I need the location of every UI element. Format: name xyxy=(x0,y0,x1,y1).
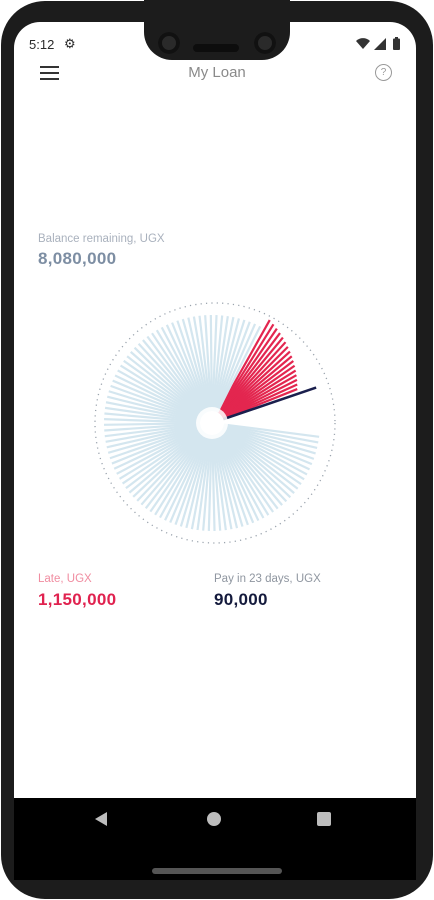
late-label: Late, UGX xyxy=(38,573,92,585)
home-icon[interactable] xyxy=(207,812,221,826)
next-payment-label: Pay in 23 days, UGX xyxy=(214,573,321,585)
chart-center-glow xyxy=(196,407,228,439)
chart-bar-remaining xyxy=(209,314,213,412)
late-amount: 1,150,000 xyxy=(38,590,117,609)
gesture-pill xyxy=(152,868,282,874)
back-icon[interactable] xyxy=(95,812,107,826)
loan-radial-chart xyxy=(94,302,336,544)
next-payment-amount: 90,000 xyxy=(214,590,268,609)
recents-icon[interactable] xyxy=(317,812,331,826)
phone-frame: 5:12 ⚙ My Loan ? Balance remaining, UGX … xyxy=(0,0,434,900)
